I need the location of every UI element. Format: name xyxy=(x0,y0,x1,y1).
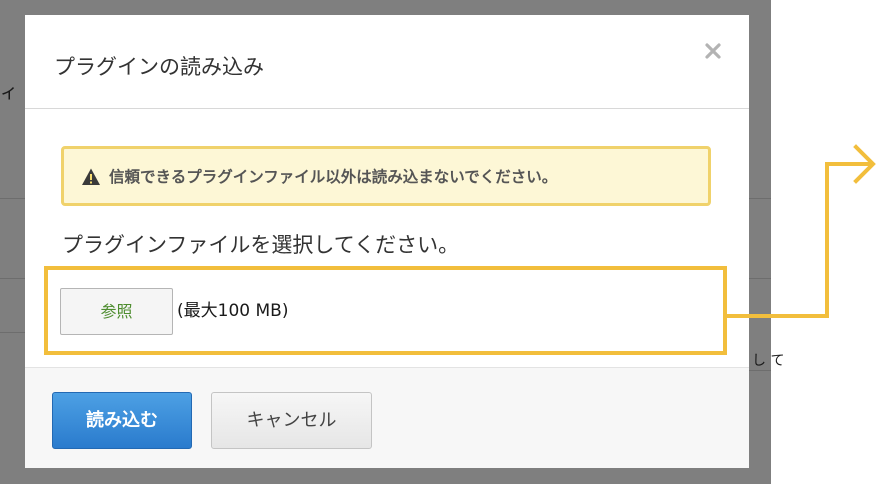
background-text-fragment: ィ xyxy=(0,82,18,103)
dialog-title: プラグインの読み込み xyxy=(54,55,264,79)
warning-triangle-icon xyxy=(81,167,101,187)
cancel-button[interactable]: キャンセル xyxy=(211,392,372,449)
background-divider xyxy=(749,370,771,371)
import-button[interactable]: 読み込む xyxy=(52,392,192,449)
background-divider xyxy=(749,278,771,279)
dialog-header: プラグインの読み込み xyxy=(25,15,749,109)
background-divider xyxy=(749,198,771,199)
callout-highlight-box xyxy=(44,266,727,355)
background-text-fragment-right: し て xyxy=(752,353,785,369)
file-select-instruction: プラグインファイルを選択してください。 xyxy=(62,233,460,257)
plugin-import-dialog: プラグインの読み込み 信頼できるプラグインファイル以外は読み込まないでください。… xyxy=(25,15,749,468)
background-divider xyxy=(0,332,25,333)
background-divider xyxy=(0,198,25,199)
warning-message: 信頼できるプラグインファイル以外は読み込まないでください。 xyxy=(61,146,711,206)
background-divider xyxy=(0,278,25,279)
warning-text: 信頼できるプラグインファイル以外は読み込まないでください。 xyxy=(109,168,558,186)
close-icon[interactable] xyxy=(703,41,723,61)
